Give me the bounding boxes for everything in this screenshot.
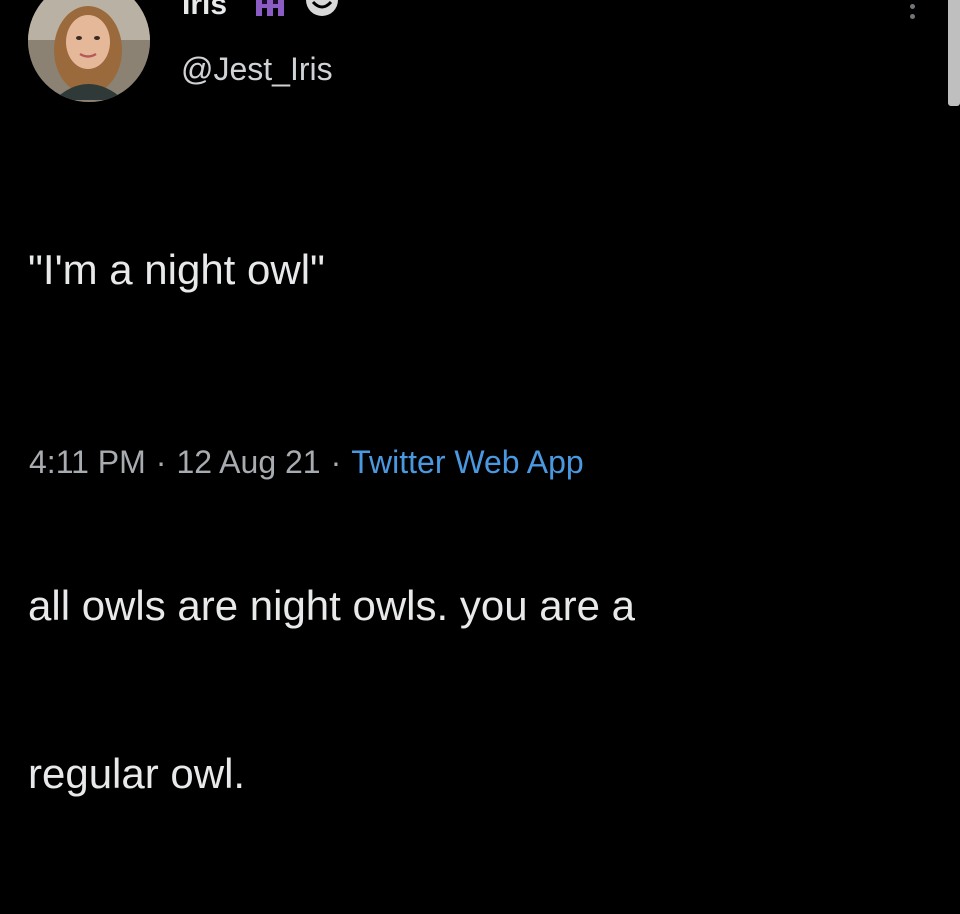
separator-dot: ·	[155, 444, 167, 480]
dot-icon	[909, 4, 915, 9]
alien-monster-icon	[256, 0, 284, 16]
tweet-text: "I'm a night owl" all owls are night owl…	[28, 130, 928, 914]
tweet-text-line: all owls are night owls. you are a	[28, 582, 635, 629]
display-name[interactable]: Iris	[182, 0, 227, 22]
tweet-date[interactable]: 12 Aug 21	[176, 444, 320, 480]
scrollbar-thumb[interactable]	[948, 0, 960, 106]
tweet-text-line: "I'm a night owl"	[28, 246, 325, 293]
tweet-time[interactable]: 4:11 PM	[29, 444, 146, 480]
tweet-metadata: 4:11 PM · 12 Aug 21 · Twitter Web App	[29, 440, 584, 484]
tweet-text-line: regular owl.	[28, 750, 246, 797]
tweet-source-link[interactable]: Twitter Web App	[351, 444, 583, 480]
more-options-button[interactable]	[900, 0, 924, 30]
user-handle[interactable]: @Jest_Iris	[181, 50, 333, 88]
avatar[interactable]	[28, 0, 150, 102]
separator-dot: ·	[330, 444, 342, 480]
tweet: Iris @Jest_Iris "I'm a night owl" all ow…	[0, 0, 960, 797]
face-icon	[306, 0, 338, 16]
dot-icon	[909, 14, 915, 19]
